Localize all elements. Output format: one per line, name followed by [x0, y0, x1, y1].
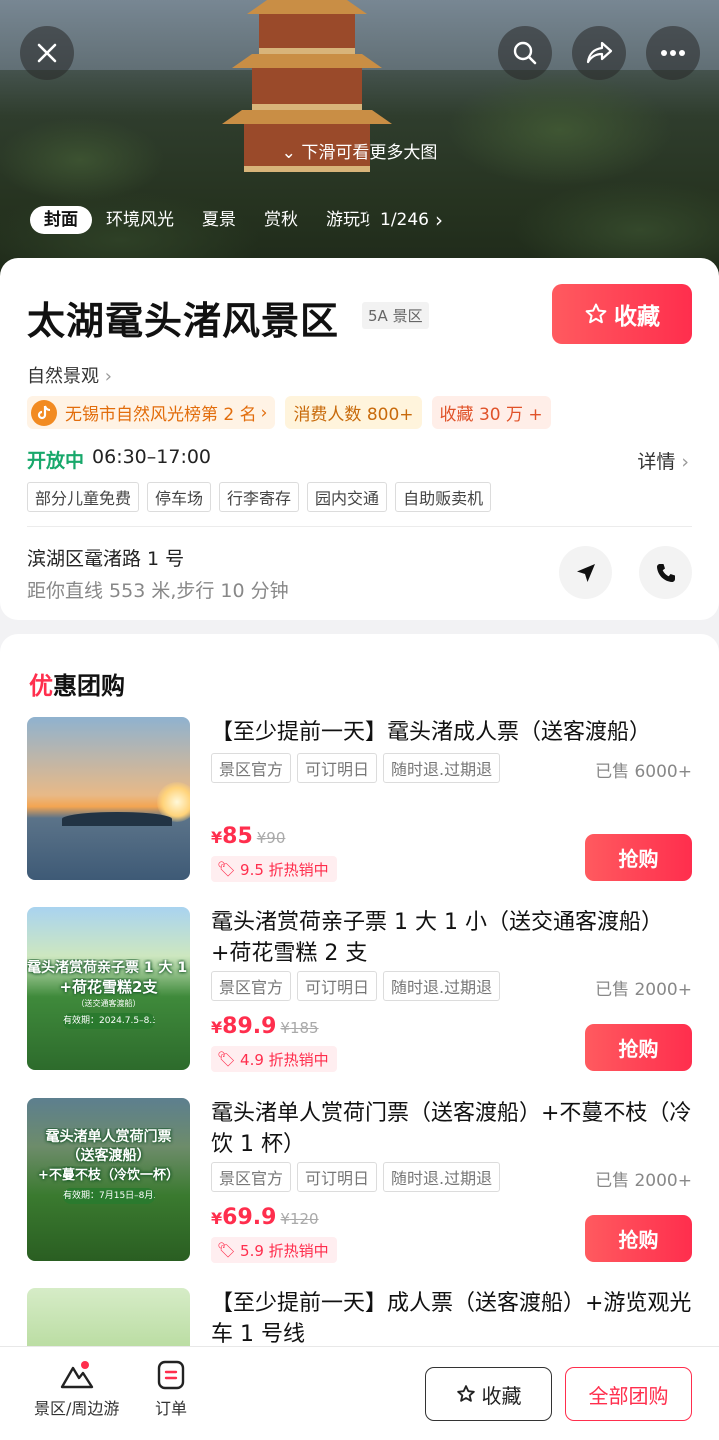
- discount-badge: 🏷 4.9 折热销中: [211, 1046, 337, 1072]
- deal-item[interactable]: 【至少提前一天】鼋头渚成人票（送客渡船） 景区官方 可订明日 随时退.过期退 已…: [0, 717, 719, 907]
- price: ¥85 ¥90: [211, 824, 286, 849]
- level-badge: 5A 景区: [362, 302, 429, 329]
- search-icon: [513, 41, 537, 65]
- facility-tags: 部分儿童免费 停车场 行李寄存 园内交通 自助贩卖机: [27, 482, 492, 512]
- gallery-tabs: 封面 环境风光 夏景 赏秋 游玩项 1/246 ›: [30, 206, 443, 234]
- share-icon: [586, 41, 613, 64]
- tab-summer[interactable]: 夏景: [188, 206, 250, 234]
- phone-icon: [656, 563, 675, 582]
- nav-orders[interactable]: 订单: [155, 1359, 187, 1419]
- deal-thumbnail: 鼋头渚赏荷亲子票 1 大 1 小 +荷花雪糕2支 （送交通客渡船） 有效期：20…: [27, 907, 190, 1070]
- chevron-right-icon: ›: [681, 451, 689, 473]
- open-status: 开放中: [27, 450, 85, 472]
- deal-title: 【至少提前一天】成人票（送客渡船）+游览观光车 1 号线: [211, 1291, 692, 1346]
- deal-thumbnail: [27, 717, 190, 880]
- navigation-arrow-icon: [576, 563, 595, 582]
- rank-badge[interactable]: 无锡市自然风光榜第 2 名 ›: [27, 396, 276, 429]
- deal-tags: 景区官方 可订明日 随时退.过期退: [211, 1162, 501, 1192]
- discount-badge: 🏷 5.9 折热销中: [211, 1237, 337, 1263]
- tag-icon: 🏷: [217, 860, 237, 878]
- tab-activities[interactable]: 游玩项: [312, 206, 370, 234]
- swipe-hint: ⌄ 下滑可看更多大图: [281, 143, 438, 163]
- order-icon: [157, 1360, 185, 1390]
- facility-tag: 园内交通: [307, 482, 388, 512]
- hero-pagoda: [222, 0, 392, 200]
- address[interactable]: 滨湖区鼋渚路 1 号: [27, 544, 184, 571]
- facility-tag: 自助贩卖机: [395, 482, 492, 512]
- deal-title: 【至少提前一天】鼋头渚成人票（送客渡船）: [211, 720, 652, 745]
- search-button[interactable]: [498, 26, 552, 80]
- sold-count: 已售 2000+: [595, 980, 692, 1000]
- photo-counter: 1/246: [380, 210, 429, 230]
- close-icon: [37, 43, 57, 63]
- chevron-right-icon[interactable]: ›: [435, 208, 443, 232]
- deal-item[interactable]: 【至少提前一天】成人票（送客渡船）+游览观光车 1 号线: [0, 1288, 719, 1346]
- tag-icon: 🏷: [217, 1241, 237, 1259]
- consumers-badge: 消费人数 800+: [285, 396, 422, 429]
- page-title: 太湖鼋头渚风景区: [27, 299, 340, 343]
- buy-button[interactable]: 抢购: [585, 1024, 692, 1071]
- favorite-button[interactable]: 收藏: [552, 284, 692, 344]
- star-icon: [585, 303, 607, 324]
- share-button[interactable]: [572, 26, 626, 80]
- more-button[interactable]: [646, 26, 700, 80]
- facility-tag: 停车场: [147, 482, 212, 512]
- price: ¥89.9 ¥185: [211, 1014, 319, 1039]
- douyin-icon: [31, 399, 57, 426]
- price: ¥69.9 ¥120: [211, 1205, 319, 1230]
- buy-button[interactable]: 抢购: [585, 1215, 692, 1262]
- deal-thumbnail: 鼋头渚单人赏荷门票 （送客渡船） +不蔓不枝（冷饮一杯） 有效期：7月15日–8…: [27, 1098, 190, 1261]
- deal-tags: 景区官方 可订明日 随时退.过期退: [211, 971, 501, 1001]
- hero-gallery[interactable]: ⌄ 下滑可看更多大图 封面 环境风光 夏景 赏秋 游玩项 1/246 ›: [0, 0, 719, 290]
- sold-count: 已售 2000+: [595, 1171, 692, 1191]
- sold-count: 已售 6000+: [595, 762, 692, 782]
- tab-autumn[interactable]: 赏秋: [250, 206, 312, 234]
- deal-title: 鼋头渚赏荷亲子票 1 大 1 小（送交通客渡船）+荷花雪糕 2 支: [211, 910, 663, 966]
- star-icon: [456, 1385, 475, 1402]
- badge-row: 无锡市自然风光榜第 2 名 › 消费人数 800+ 收藏 30 万 +: [27, 396, 551, 429]
- distance: 距你直线 553 米,步行 10 分钟: [27, 580, 289, 602]
- details-link[interactable]: 详情 ›: [637, 447, 689, 474]
- call-button[interactable]: [639, 546, 692, 599]
- deal-title: 鼋头渚单人赏荷门票（送客渡船）+不蔓不枝（冷饮 1 杯）: [211, 1101, 692, 1157]
- opening-hours: 开放中 06:30–17:00: [27, 446, 211, 473]
- tag-icon: 🏷: [217, 1050, 237, 1068]
- tab-environment[interactable]: 环境风光: [92, 206, 188, 234]
- mountain-icon: [60, 1361, 93, 1389]
- tab-cover[interactable]: 封面: [30, 206, 92, 234]
- section-title: 优惠团购: [29, 672, 125, 700]
- navigate-button[interactable]: [559, 546, 612, 599]
- nav-scenic[interactable]: 景区/周边游: [34, 1359, 119, 1419]
- facility-tag: 部分儿童免费: [27, 482, 140, 512]
- facility-tag: 行李寄存: [219, 482, 300, 512]
- deal-thumbnail: [27, 1288, 190, 1346]
- chevron-right-icon: ›: [104, 366, 112, 387]
- chevron-right-icon: ›: [260, 402, 268, 423]
- more-icon: [661, 50, 685, 56]
- discount-badge: 🏷 9.5 折热销中: [211, 856, 337, 882]
- bottom-bar: 景区/周边游 订单 收藏 全部团购: [0, 1346, 719, 1440]
- favorites-count-badge: 收藏 30 万 +: [431, 396, 551, 429]
- close-button[interactable]: [20, 26, 74, 80]
- divider: [27, 526, 692, 527]
- deal-item[interactable]: 鼋头渚单人赏荷门票 （送客渡船） +不蔓不枝（冷饮一杯） 有效期：7月15日–8…: [0, 1098, 719, 1288]
- bottom-favorite-button[interactable]: 收藏: [425, 1367, 552, 1421]
- deal-item[interactable]: 鼋头渚赏荷亲子票 1 大 1 小 +荷花雪糕2支 （送交通客渡船） 有效期：20…: [0, 907, 719, 1097]
- double-chevron-down-icon: ⌄: [281, 143, 296, 163]
- hours: 06:30–17:00: [92, 446, 212, 468]
- deal-tags: 景区官方 可订明日 随时退.过期退: [211, 753, 501, 783]
- buy-button[interactable]: 抢购: [585, 834, 692, 881]
- all-deals-button[interactable]: 全部团购: [565, 1367, 692, 1421]
- category-link[interactable]: 自然景观 ›: [27, 362, 112, 388]
